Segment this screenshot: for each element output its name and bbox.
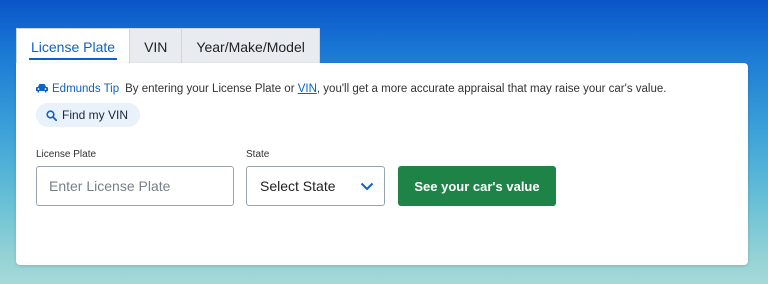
appraisal-card: Edmunds Tip By entering your License Plat…: [16, 63, 748, 265]
find-vin-button[interactable]: Find my VIN: [36, 103, 141, 127]
tip-text-after: , you'll get a more accurate appraisal t…: [316, 83, 667, 95]
tab-year-make-model[interactable]: Year/Make/Model: [182, 28, 320, 64]
car-icon: [36, 84, 48, 93]
state-select[interactable]: Select State: [246, 166, 385, 206]
tab-vin[interactable]: VIN: [130, 28, 183, 64]
state-label: State: [246, 149, 270, 160]
edmunds-tip: Edmunds Tip By entering your License Plat…: [36, 83, 666, 95]
tab-license-plate[interactable]: License Plate: [16, 28, 131, 64]
license-plate-input[interactable]: [36, 166, 234, 206]
tip-text-before: By entering your License Plate or: [125, 83, 298, 95]
chevron-down-icon: [360, 182, 374, 190]
see-car-value-button[interactable]: See your car's value: [398, 166, 556, 206]
find-vin-label: Find my VIN: [62, 108, 129, 122]
license-plate-label: License Plate: [36, 149, 97, 160]
vin-link[interactable]: VIN: [298, 83, 317, 95]
tip-label: Edmunds Tip: [52, 83, 120, 95]
search-icon: [46, 109, 57, 121]
tab-bar: License Plate VIN Year/Make/Model: [16, 28, 320, 64]
state-select-value: Select State: [260, 178, 336, 194]
